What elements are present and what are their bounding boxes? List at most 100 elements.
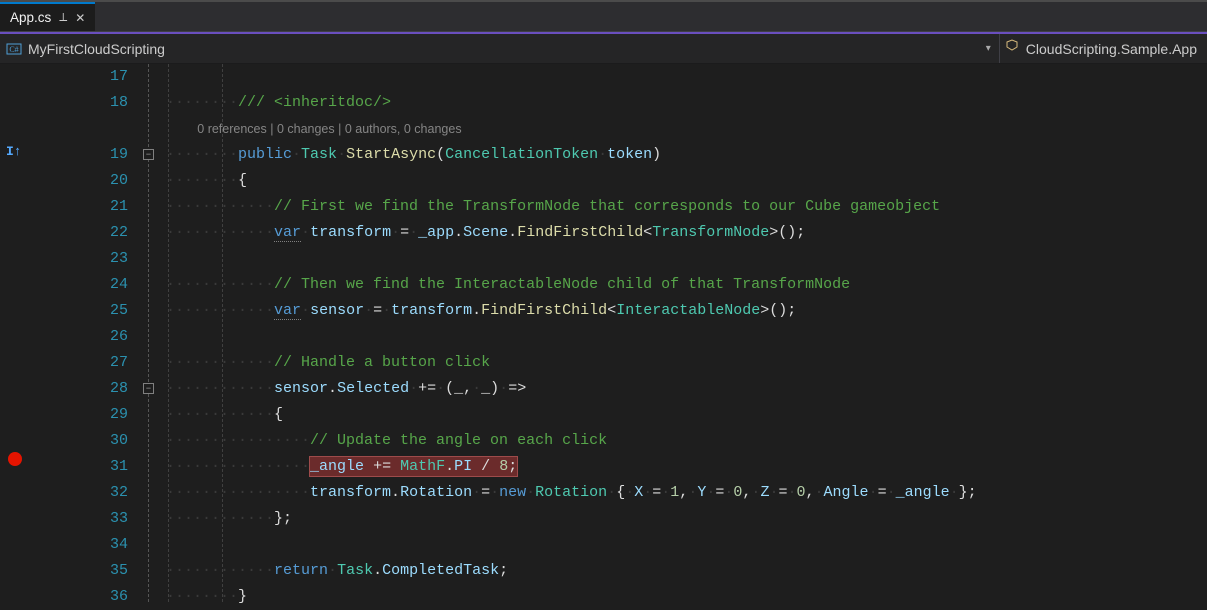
line-number: 31 <box>40 454 128 480</box>
code-line[interactable] <box>166 64 1207 90</box>
navigation-bar: C# MyFirstCloudScripting ▾ CloudScriptin… <box>0 34 1207 64</box>
xml-doc-tag: <inheritdoc/> <box>274 94 391 111</box>
local-var: transform <box>391 302 472 319</box>
line-number: 24 <box>40 272 128 298</box>
xml-doc-comment: /// <box>238 94 274 111</box>
line-number: 19 <box>40 142 128 168</box>
line-number: 20 <box>40 168 128 194</box>
local-var: sensor <box>310 302 364 319</box>
code-line[interactable]: ············sensor.Selected·+=·(_,·_)·=> <box>166 376 1207 402</box>
property: Rotation <box>400 484 472 501</box>
code-line[interactable]: ············return·Task.CompletedTask; <box>166 558 1207 584</box>
breakpoint-icon[interactable] <box>8 452 22 466</box>
code-line[interactable]: ············// Then we find the Interact… <box>166 272 1207 298</box>
code-line[interactable]: ········/// <inheritdoc/> <box>166 90 1207 116</box>
line-number: 29 <box>40 402 128 428</box>
code-line-breakpoint[interactable]: ················_angle += MathF.PI / 8; <box>166 454 1207 480</box>
event: Selected <box>337 380 409 397</box>
type: Task <box>337 562 373 579</box>
code-line[interactable]: ············// Handle a button click <box>166 350 1207 376</box>
breakpoint-margin[interactable]: I↑ <box>0 64 40 602</box>
line-number: 22 <box>40 220 128 246</box>
code-line[interactable] <box>166 324 1207 350</box>
method: FindFirstChild <box>517 224 643 241</box>
keyword: var <box>274 224 301 242</box>
type: MathF <box>400 458 445 475</box>
fold-toggle-icon[interactable]: − <box>143 149 154 160</box>
line-number-gutter: 17 18 19 20 21 22 23 24 25 26 27 28 29 3… <box>40 64 142 602</box>
line-number: 23 <box>40 246 128 272</box>
comment: // Update the angle on each click <box>310 432 607 449</box>
type: Rotation <box>535 484 607 501</box>
keyword: var <box>274 302 301 320</box>
field: _app <box>418 224 454 241</box>
fold-margin[interactable]: − − <box>142 64 162 602</box>
number: 0 <box>797 484 806 501</box>
code-line[interactable]: ············var·sensor·=·transform.FindF… <box>166 298 1207 324</box>
code-line[interactable]: ············}; <box>166 506 1207 532</box>
property: CompletedTask <box>382 562 499 579</box>
property: Y <box>697 484 706 501</box>
code-line[interactable]: ················transform.Rotation·=·new… <box>166 480 1207 506</box>
property: Angle <box>824 484 869 501</box>
line-number: 32 <box>40 480 128 506</box>
code-editor[interactable]: I↑ 17 18 19 20 21 22 23 24 25 26 27 28 2… <box>0 64 1207 602</box>
document-tab[interactable]: App.cs ⟂ ✕ <box>0 2 95 31</box>
number: 1 <box>670 484 679 501</box>
comment: // Handle a button click <box>274 354 490 371</box>
property: X <box>634 484 643 501</box>
property: Scene <box>463 224 508 241</box>
method: StartAsync <box>346 146 436 163</box>
line-number: 17 <box>40 64 128 90</box>
close-icon[interactable]: ✕ <box>75 11 85 25</box>
csharp-project-icon: C# <box>6 41 22 57</box>
type: InteractableNode <box>616 302 760 319</box>
code-line[interactable]: ········} <box>166 584 1207 610</box>
property: PI <box>454 458 472 475</box>
code-area[interactable]: ········/// <inheritdoc/> 0 references |… <box>162 64 1207 602</box>
local-var: transform <box>310 224 391 241</box>
pin-icon[interactable]: ⟂ <box>59 10 67 25</box>
codelens-text[interactable]: 0 references | 0 changes | 0 authors, 0 … <box>197 122 461 136</box>
codelens-row <box>40 116 128 142</box>
line-number: 34 <box>40 532 128 558</box>
line-number: 25 <box>40 298 128 324</box>
chevron-down-icon[interactable]: ▾ <box>978 43 999 54</box>
keyword: new <box>499 484 526 501</box>
method: FindFirstChild <box>481 302 607 319</box>
local-var: sensor <box>274 380 328 397</box>
code-line[interactable] <box>166 246 1207 272</box>
code-line[interactable]: ············{ <box>166 402 1207 428</box>
parameter: token <box>607 146 652 163</box>
code-line[interactable]: ········{ <box>166 168 1207 194</box>
line-number: 18 <box>40 90 128 116</box>
line-number: 21 <box>40 194 128 220</box>
nav-scope-label: MyFirstCloudScripting <box>28 41 165 57</box>
field: _angle <box>896 484 950 501</box>
code-line[interactable]: ············var·transform·=·_app.Scene.F… <box>166 220 1207 246</box>
tab-bar: App.cs ⟂ ✕ <box>0 2 1207 32</box>
code-line[interactable]: ········public·Task·StartAsync(Cancellat… <box>166 142 1207 168</box>
line-number: 30 <box>40 428 128 454</box>
type: Task <box>301 146 337 163</box>
number: 8 <box>499 458 508 475</box>
code-line[interactable] <box>166 532 1207 558</box>
fold-guide-line <box>148 64 149 602</box>
code-line[interactable]: ················// Update the angle on e… <box>166 428 1207 454</box>
line-number: 35 <box>40 558 128 584</box>
line-number: 36 <box>40 584 128 610</box>
field: _angle <box>310 458 364 475</box>
codelens[interactable]: 0 references | 0 changes | 0 authors, 0 … <box>166 116 1207 142</box>
type: CancellationToken <box>445 146 598 163</box>
line-number: 28 <box>40 376 128 402</box>
svg-text:C#: C# <box>9 45 18 54</box>
line-number: 27 <box>40 350 128 376</box>
nav-member-label: CloudScripting.Sample.App <box>1026 41 1197 57</box>
fold-toggle-icon[interactable]: − <box>143 383 154 394</box>
class-icon <box>1004 39 1020 58</box>
tab-title: App.cs <box>10 10 51 25</box>
code-line[interactable]: ············// First we find the Transfo… <box>166 194 1207 220</box>
nav-member-dropdown[interactable]: CloudScripting.Sample.App <box>999 34 1207 63</box>
comment: // First we find the TransformNode that … <box>274 198 940 215</box>
nav-scope-dropdown[interactable]: C# MyFirstCloudScripting <box>0 41 978 57</box>
